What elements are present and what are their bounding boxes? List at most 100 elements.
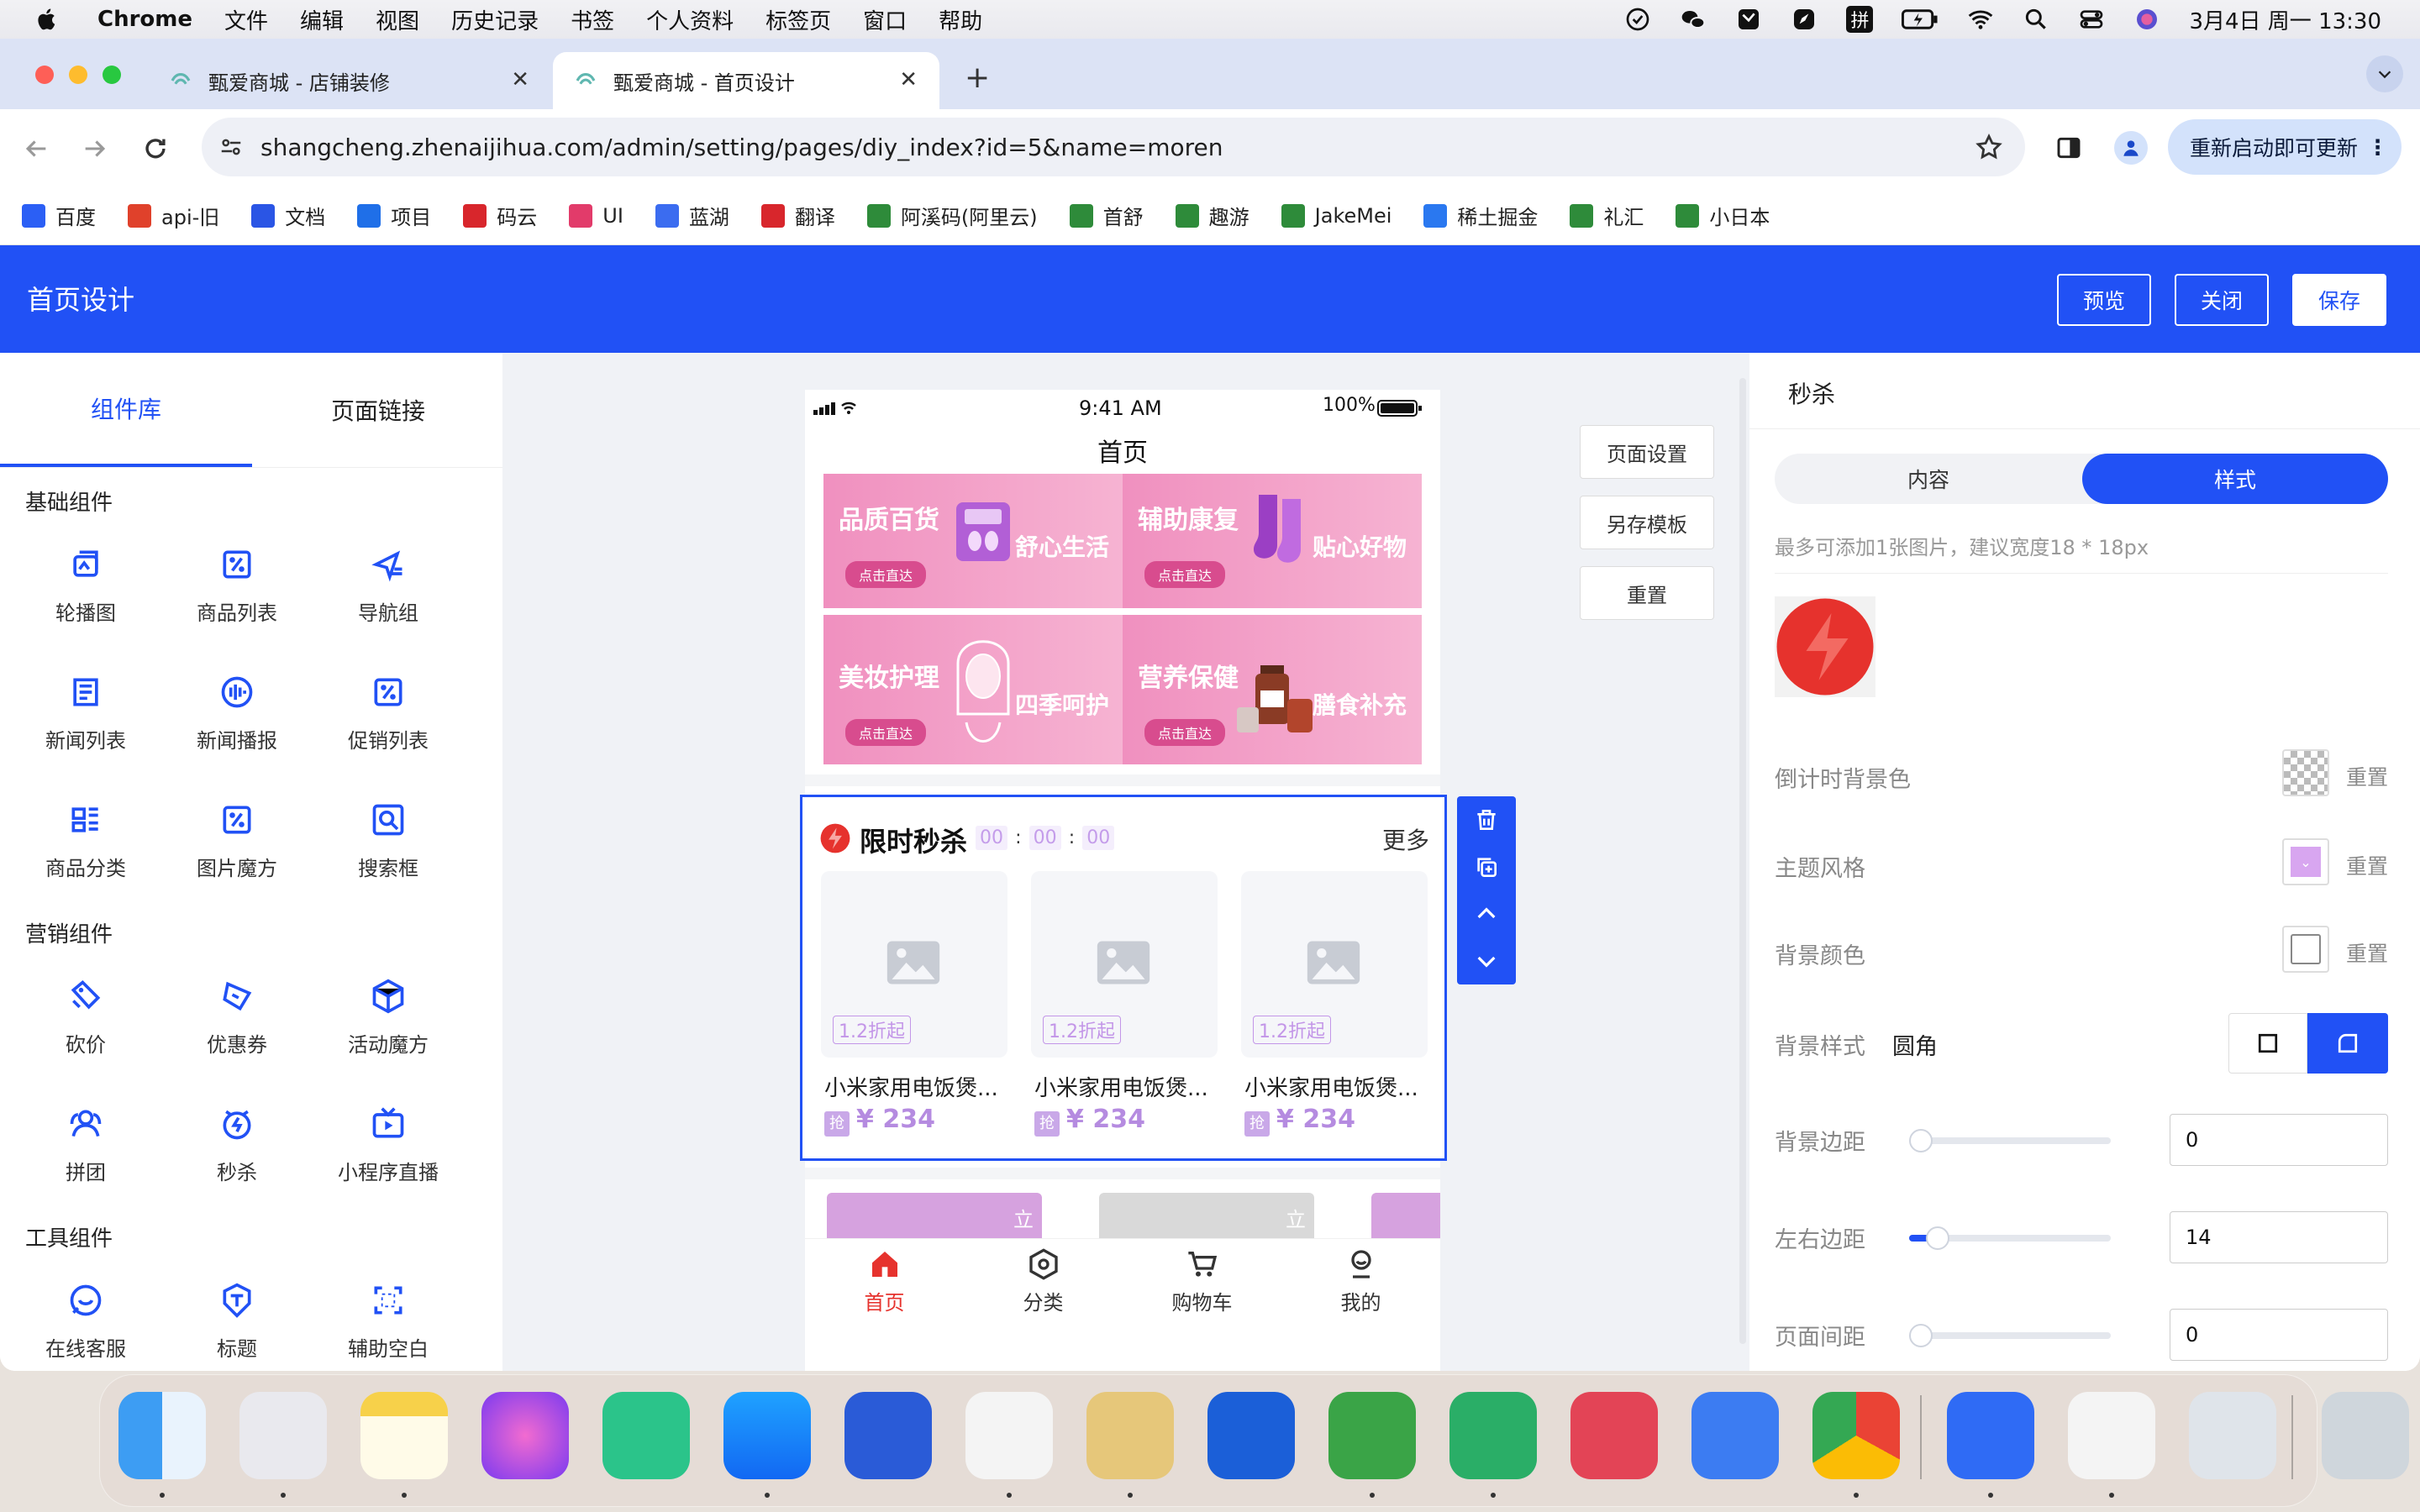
component-item[interactable]: 搜索框 <box>313 801 464 894</box>
banner-nutrition[interactable]: 营养保健 膳食补充 点击直达 <box>1123 615 1422 764</box>
bookmark-item[interactable]: 首舒 <box>1069 201 1144 230</box>
bookmark-item[interactable]: 项目 <box>357 201 431 230</box>
coupon-claim-button[interactable]: 立 <box>1286 1203 1306 1232</box>
menu-window[interactable]: 窗口 <box>863 4 907 35</box>
component-item[interactable]: 砍价 <box>10 978 161 1070</box>
bookmark-item[interactable]: 百度 <box>22 201 96 230</box>
nav-home[interactable]: 首页 <box>805 1247 964 1322</box>
product-image-placeholder[interactable]: 1.2折起 <box>821 871 1007 1058</box>
coupon-card[interactable]: 立 <box>827 1193 1042 1243</box>
banner-go-button[interactable]: 点击直达 <box>845 719 927 746</box>
nav-cart[interactable]: 购物车 <box>1123 1247 1281 1322</box>
delete-module-button[interactable] <box>1457 796 1516 843</box>
tab-close-icon[interactable]: ✕ <box>899 67 918 92</box>
component-item[interactable]: 新闻播报 <box>161 674 313 766</box>
component-item[interactable]: 导航组 <box>313 546 464 638</box>
mastergo-icon[interactable] <box>602 1392 690 1479</box>
theme-color-picker[interactable]: ⌄ <box>2282 838 2329 885</box>
tab-search-chevron-icon[interactable] <box>2366 55 2403 92</box>
ime-indicator[interactable]: 拼 <box>1846 6 1874 33</box>
tab-content[interactable]: 内容 <box>1775 454 2082 504</box>
component-item[interactable]: 秒杀 <box>161 1105 313 1198</box>
back-arrow-icon[interactable] <box>22 134 50 163</box>
window-minimize-button[interactable] <box>69 66 87 84</box>
bookmark-item[interactable]: 稀土掘金 <box>1423 201 1538 230</box>
textedit-icon[interactable] <box>965 1392 1053 1479</box>
tab-component-library[interactable]: 组件库 <box>0 353 252 467</box>
countdown-bg-color-picker[interactable] <box>2282 749 2329 796</box>
lr-margin-input[interactable]: 14 <box>2170 1211 2388 1263</box>
theme-reset[interactable]: 重置 <box>2346 850 2388 880</box>
window-close-button[interactable] <box>35 66 54 84</box>
bookmark-item[interactable]: 文档 <box>251 201 325 230</box>
component-item[interactable]: 小程序直播 <box>313 1105 464 1198</box>
profile-avatar-icon[interactable] <box>2114 131 2148 165</box>
bookmark-item[interactable]: 码云 <box>463 201 537 230</box>
menubar-datetime[interactable]: 3月4日 周一 13:30 <box>2189 4 2381 35</box>
page-margin-slider[interactable] <box>1909 1324 2111 1347</box>
bg-margin-input[interactable]: 0 <box>2170 1114 2388 1166</box>
hbuilder-icon[interactable] <box>1328 1392 1416 1479</box>
bg-margin-slider[interactable] <box>1909 1129 2111 1152</box>
component-item[interactable]: 活动魔方 <box>313 978 464 1070</box>
page-settings-button[interactable]: 页面设置 <box>1580 425 1714 479</box>
seckill-module-selected[interactable]: 限时秒杀 00 : 00 : 00 更多 1.2折起 小米家用电饭煲... 抢 ¥ 2… <box>800 795 1447 1161</box>
apple-icon[interactable] <box>34 6 60 33</box>
site-info-icon[interactable] <box>218 134 244 160</box>
component-item[interactable]: 辅助空白 <box>313 1282 464 1371</box>
banner-quality-goods[interactable]: 品质百货 舒心生活 点击直达 <box>823 474 1123 608</box>
trash-icon[interactable] <box>2322 1392 2409 1479</box>
bg-color-picker[interactable] <box>2282 926 2329 973</box>
tab-page-links[interactable]: 页面链接 <box>252 353 504 467</box>
copy-module-button[interactable] <box>1457 843 1516 890</box>
close-button[interactable]: 关闭 <box>2175 274 2269 326</box>
bookmark-item[interactable]: 蓝湖 <box>655 201 729 230</box>
tab-close-icon[interactable]: ✕ <box>511 67 529 92</box>
arc-browser-icon[interactable] <box>481 1392 569 1479</box>
seckill-more-link[interactable]: 更多 <box>1382 822 1429 856</box>
menu-edit[interactable]: 编辑 <box>300 4 344 35</box>
component-item[interactable]: 拼团 <box>10 1105 161 1198</box>
bookmark-item[interactable]: 趣游 <box>1175 201 1249 230</box>
menu-help[interactable]: 帮助 <box>939 4 982 35</box>
side-panel-icon[interactable] <box>2055 134 2082 161</box>
focus-check-icon[interactable] <box>1624 6 1651 33</box>
relaunch-update-button[interactable]: 重新启动即可更新 ⋮ <box>2168 119 2402 175</box>
save-as-template-button[interactable]: 另存模板 <box>1580 496 1714 549</box>
nav-mine[interactable]: 我的 <box>1281 1247 1440 1322</box>
component-item[interactable]: 促销列表 <box>313 674 464 766</box>
feishu-bird-icon[interactable] <box>1570 1392 1658 1479</box>
new-tab-icon[interactable]: + <box>965 60 990 95</box>
coupon-card[interactable]: 立 <box>1099 1193 1314 1243</box>
preview-button[interactable]: 预览 <box>2057 274 2151 326</box>
move-up-button[interactable] <box>1457 890 1516 937</box>
banner-go-button[interactable]: 点击直达 <box>1144 719 1226 746</box>
feishu-pro-icon[interactable] <box>1947 1392 2034 1479</box>
component-item[interactable]: 轮播图 <box>10 546 161 638</box>
coupon-card[interactable] <box>1371 1193 1440 1243</box>
product-image-placeholder[interactable]: 1.2折起 <box>1031 871 1218 1058</box>
product-image-placeholder[interactable]: 1.2折起 <box>1241 871 1428 1058</box>
banner-rehabilitation[interactable]: 辅助康复 贴心好物 点击直达 <box>1123 474 1422 608</box>
menu-profile[interactable]: 个人资料 <box>646 4 734 35</box>
browser-tab-shop-decoration[interactable]: 甄爱商城 - 店铺装修 ✕ <box>148 52 551 109</box>
component-item[interactable]: 商品分类 <box>10 801 161 894</box>
ticktick-icon[interactable] <box>2068 1392 2155 1479</box>
menu-file[interactable]: 文件 <box>224 4 268 35</box>
bookmark-item[interactable]: JakeMei <box>1281 203 1392 228</box>
address-bar[interactable]: shangcheng.zhenaijihua.com/admin/setting… <box>202 118 2025 176</box>
bookmark-item[interactable]: 翻译 <box>760 201 835 230</box>
browser-tab-home-design[interactable]: 甄爱商城 - 首页设计 ✕ <box>553 52 939 109</box>
menu-tab[interactable]: 标签页 <box>765 4 831 35</box>
bookmark-item[interactable]: api-旧 <box>128 201 219 230</box>
app-store-icon[interactable] <box>723 1392 811 1479</box>
siri-icon[interactable] <box>2133 6 2160 33</box>
writing-app-icon[interactable] <box>1691 1392 1779 1479</box>
more-menu-icon[interactable]: ⋮ <box>2367 135 2388 160</box>
countdown-bg-reset[interactable]: 重置 <box>2346 761 2388 791</box>
feishu-menubar-icon[interactable] <box>1735 6 1762 33</box>
bg-style-rounded-button[interactable] <box>2307 1013 2388 1074</box>
coupon-claim-button[interactable]: 立 <box>1013 1203 1034 1232</box>
banner-go-button[interactable]: 点击直达 <box>845 561 927 588</box>
menu-history[interactable]: 历史记录 <box>451 4 539 35</box>
